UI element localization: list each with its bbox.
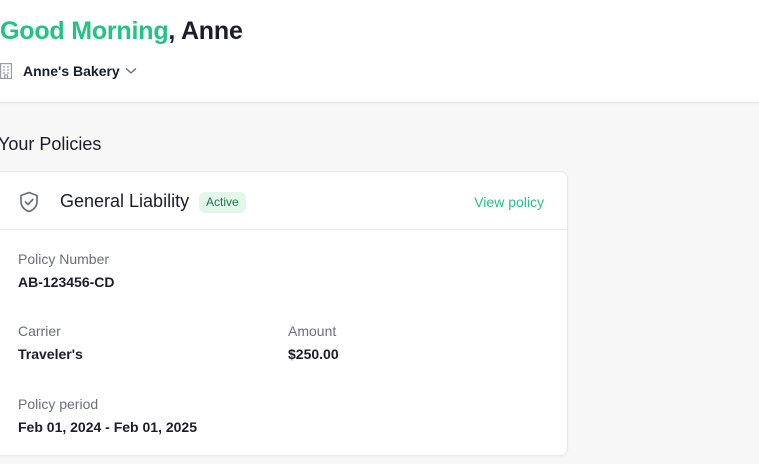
policy-period-value: Feb 01, 2024 - Feb 01, 2025	[18, 419, 197, 435]
header: Good Morning, Anne Anne's Bakery	[0, 0, 759, 103]
policy-card: General Liability Active View policy Pol…	[0, 171, 568, 456]
building-icon	[0, 63, 12, 79]
shield-check-icon	[19, 191, 39, 213]
policy-period-label: Policy period	[18, 396, 99, 412]
amount-value: $250.00	[288, 346, 339, 362]
greeting-highlight: Good Morning	[0, 17, 169, 45]
policy-card-header: General Liability Active View policy	[0, 172, 567, 230]
policy-number-label: Policy Number	[18, 251, 110, 267]
greeting-name: , Anne	[168, 17, 243, 45]
business-selector[interactable]: Anne's Bakery	[0, 60, 137, 82]
policy-name: General Liability	[60, 191, 190, 211]
amount-label: Amount	[288, 323, 337, 339]
business-name: Anne's Bakery	[23, 63, 120, 79]
policy-number-value: AB-123456-CD	[18, 274, 115, 290]
carrier-label: Carrier	[18, 323, 61, 339]
chevron-down-icon	[125, 67, 137, 75]
section-title: Your Policies	[0, 134, 102, 154]
greeting: Good Morning, Anne	[0, 17, 243, 46]
carrier-value: Traveler's	[18, 346, 83, 362]
view-policy-link[interactable]: View policy	[474, 194, 544, 210]
status-badge: Active	[199, 192, 246, 213]
